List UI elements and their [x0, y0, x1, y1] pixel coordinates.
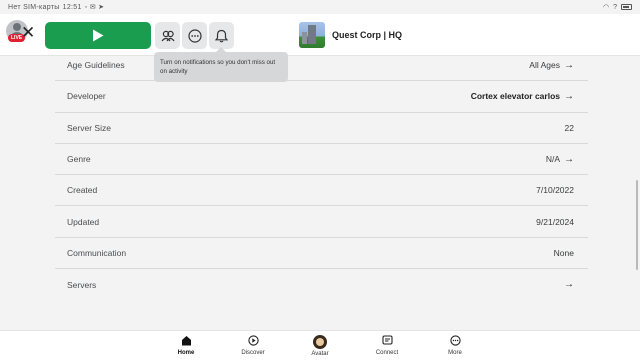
detail-row[interactable]: Developer Cortex elevator carlos →: [55, 81, 588, 113]
nav-more[interactable]: More: [430, 335, 480, 356]
detail-value-wrap: 22: [565, 123, 574, 133]
close-icon[interactable]: ✕: [21, 24, 35, 42]
nav-label-more: More: [448, 350, 462, 356]
notification-tooltip: Turn on notifications so you don't miss …: [154, 47, 288, 82]
detail-value: Cortex elevator carlos: [470, 91, 560, 102]
detail-row: Server Size 22: [55, 113, 588, 144]
nav-avatar[interactable]: Avatar: [295, 335, 345, 357]
detail-row: Communication None: [55, 238, 588, 270]
notifications-button[interactable]: [209, 22, 234, 49]
detail-label: Server Size: [67, 122, 111, 133]
status-notification-icons: ◦ ✉ ➤: [84, 4, 105, 11]
detail-label: Genre: [67, 154, 91, 165]
play-icon: [93, 29, 104, 42]
battery-icon: [621, 4, 632, 10]
nav-label-home: Home: [177, 350, 195, 356]
detail-value-wrap: 9/21/2024: [536, 217, 574, 227]
scrollbar[interactable]: [636, 180, 638, 270]
time-text: 12:51: [62, 3, 82, 11]
game-title[interactable]: Quest Corp | HQ: [332, 30, 402, 40]
detail-value-wrap[interactable]: Cortex elevator carlos →: [471, 91, 574, 102]
detail-label: Communication: [67, 247, 127, 258]
carrier-text: Нет SIM-карты: [8, 3, 60, 11]
detail-row: Updated 9/21/2024: [55, 206, 588, 238]
detail-value-wrap[interactable]: N/A →: [546, 154, 574, 165]
detail-value: N/A: [545, 154, 560, 165]
detail-value-wrap[interactable]: All Ages →: [529, 60, 574, 71]
bottom-navigation: Home Discover Avatar Connect More: [0, 330, 640, 360]
party-icon: [161, 30, 174, 41]
arrow-right-icon: →: [564, 90, 574, 102]
play-button[interactable]: [45, 22, 151, 49]
bell-icon: [215, 29, 228, 42]
more-options-button[interactable]: [182, 22, 207, 49]
detail-value-wrap[interactable]: →: [560, 279, 574, 290]
detail-value: 7/10/2022: [536, 185, 574, 196]
nav-home[interactable]: Home: [161, 335, 211, 356]
wifi-icon: ◠: [602, 4, 610, 11]
home-icon: [181, 336, 191, 346]
avatar-icon: [313, 335, 327, 349]
detail-value: None: [553, 247, 574, 258]
ellipsis-icon: [187, 28, 202, 43]
battery-text: ?: [613, 3, 617, 11]
detail-label: Created: [67, 185, 98, 196]
detail-value: All Ages: [529, 60, 560, 71]
party-button[interactable]: [155, 22, 180, 49]
nav-label-avatar: Avatar: [311, 351, 329, 357]
nav-connect[interactable]: Connect: [362, 335, 412, 356]
more-icon: [449, 335, 461, 346]
detail-row: Created 7/10/2022: [55, 175, 588, 207]
arrow-right-icon: →: [564, 59, 574, 71]
detail-row[interactable]: Age Guidelines All Ages →: [55, 50, 588, 82]
detail-value: 22: [564, 122, 574, 133]
nav-label-connect: Connect: [375, 350, 399, 356]
detail-value-wrap: 7/10/2022: [536, 185, 574, 195]
detail-label: Developer: [67, 91, 106, 102]
arrow-right-icon: →: [564, 279, 574, 291]
detail-row[interactable]: Genre N/A →: [55, 144, 588, 176]
status-bar: Нет SIM-карты 12:51 ◦ ✉ ➤ ◠ ?: [0, 0, 640, 14]
nav-discover[interactable]: Discover: [228, 335, 278, 356]
detail-value: 9/21/2024: [536, 216, 574, 227]
nav-label-discover: Discover: [241, 350, 265, 356]
game-thumbnail[interactable]: [299, 22, 325, 48]
detail-label: Servers: [67, 279, 97, 290]
detail-row[interactable]: Servers →: [55, 269, 588, 300]
detail-label: Updated: [67, 216, 100, 227]
discover-icon: [247, 335, 259, 346]
detail-label: Age Guidelines: [67, 60, 125, 71]
connect-icon: [381, 335, 393, 345]
arrow-right-icon: →: [564, 153, 574, 165]
game-details-list: Age Guidelines All Ages → Developer Cortex e…: [55, 50, 588, 300]
detail-value-wrap: None: [554, 248, 574, 258]
